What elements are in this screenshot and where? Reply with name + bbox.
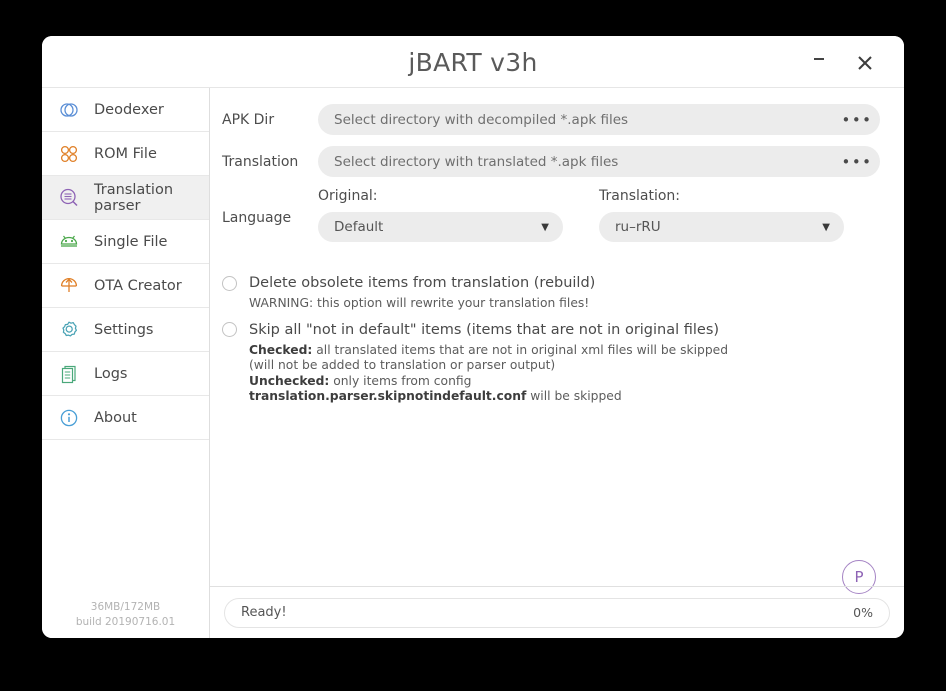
skip-not-in-default-option[interactable]: Skip all "not in default" items (items t…: [222, 322, 880, 338]
sidebar-item-label: Logs: [94, 365, 128, 382]
minimize-icon: [814, 58, 824, 60]
apk-dir-placeholder: Select directory with decompiled *.apk f…: [334, 111, 629, 128]
chevron-down-icon: ▼: [822, 221, 830, 233]
close-icon: [858, 56, 872, 70]
documents-icon: [56, 361, 82, 387]
linked-circles-icon: [56, 97, 82, 123]
memory-usage: 36MB/172MB: [90, 601, 161, 613]
delete-obsolete-checkbox[interactable]: [222, 275, 237, 291]
delete-obsolete-option[interactable]: Delete obsolete items from translation (…: [222, 275, 880, 291]
sidebar-item-label: Translation parser: [94, 181, 174, 214]
options-area: Delete obsolete items from translation (…: [210, 253, 904, 405]
close-button[interactable]: [850, 48, 880, 78]
search-list-icon: [56, 185, 82, 211]
apk-dir-row: APK Dir Select directory with decompiled…: [222, 104, 880, 135]
translation-dir-placeholder: Select directory with translated *.apk f…: [334, 153, 619, 170]
minimize-button[interactable]: [804, 48, 834, 78]
translation-language-value: ru–rRU: [615, 219, 661, 235]
skip-not-in-default-label: Skip all "not in default" items (items t…: [249, 321, 720, 338]
window-body: Deodexer ROM File Translation parser Sin…: [42, 88, 904, 638]
four-circles-icon: [56, 141, 82, 167]
sidebar-item-deodexer[interactable]: Deodexer: [42, 88, 209, 132]
skip-not-in-default-checkbox[interactable]: [222, 322, 237, 337]
status-bar: Ready! 0%: [210, 586, 904, 638]
translation-language-group: Translation: ru–rRU ▼: [599, 188, 844, 242]
build-number: build 20190716.01: [75, 616, 176, 628]
progress-percent: 0%: [853, 605, 873, 620]
translation-language-select[interactable]: ru–rRU ▼: [599, 212, 844, 242]
app-window: jBART v3h Deodexer ROM File Translation …: [42, 36, 904, 638]
sidebar-item-rom-file[interactable]: ROM File: [42, 132, 209, 176]
form-area: APK Dir Select directory with decompiled…: [210, 88, 904, 242]
sidebar-footer: 36MB/172MB build 20190716.01: [42, 600, 209, 630]
sidebar-item-label: OTA Creator: [94, 277, 182, 294]
translation-dir-browse-button[interactable]: •••: [840, 153, 874, 171]
sidebar-item-about[interactable]: About: [42, 396, 209, 440]
sidebar: Deodexer ROM File Translation parser Sin…: [42, 88, 210, 638]
translation-dir-input[interactable]: Select directory with translated *.apk f…: [318, 146, 880, 177]
delete-obsolete-label: Delete obsolete items from translation (…: [249, 275, 596, 291]
progress-bar: Ready! 0%: [224, 597, 890, 628]
upload-arrow-icon: [56, 273, 82, 299]
sidebar-item-logs[interactable]: Logs: [42, 352, 209, 396]
original-language-select[interactable]: Default ▼: [318, 212, 563, 242]
skip-not-in-default-description: Checked: all translated items that are n…: [249, 342, 729, 404]
apk-dir-input[interactable]: Select directory with decompiled *.apk f…: [318, 104, 880, 135]
sidebar-item-label: Single File: [94, 233, 168, 250]
translation-language-caption: Translation:: [599, 188, 680, 204]
original-language-group: Original: Default ▼: [318, 188, 563, 242]
title-bar: jBART v3h: [42, 36, 904, 88]
original-language-value: Default: [334, 219, 384, 235]
language-label: Language: [222, 210, 292, 226]
sidebar-item-ota-creator[interactable]: OTA Creator: [42, 264, 209, 308]
sidebar-item-single-file[interactable]: Single File: [42, 220, 209, 264]
chevron-down-icon: ▼: [541, 221, 549, 233]
delete-obsolete-description: WARNING: this option will rewrite your t…: [249, 296, 590, 310]
gear-icon: [56, 317, 82, 343]
apk-dir-browse-button[interactable]: •••: [840, 111, 874, 129]
translation-dir-row: Translation Select directory with transl…: [222, 146, 880, 177]
translation-dir-label: Translation: [222, 153, 299, 170]
language-row: Language Original: Default ▼ Translation…: [222, 188, 880, 242]
sidebar-item-settings[interactable]: Settings: [42, 308, 209, 352]
sidebar-item-label: Deodexer: [94, 101, 164, 118]
info-icon: [56, 405, 82, 431]
original-language-caption: Original:: [318, 188, 378, 204]
sidebar-item-label: Settings: [94, 321, 154, 338]
sidebar-item-label: About: [94, 409, 137, 426]
android-icon: [56, 229, 82, 255]
sidebar-item-translation-parser[interactable]: Translation parser: [42, 176, 209, 220]
page-title: jBART v3h: [408, 48, 538, 77]
sidebar-item-label: ROM File: [94, 145, 157, 162]
main-panel: APK Dir Select directory with decompiled…: [210, 88, 904, 638]
apk-dir-label: APK Dir: [222, 111, 275, 128]
status-text: Ready!: [241, 605, 287, 620]
